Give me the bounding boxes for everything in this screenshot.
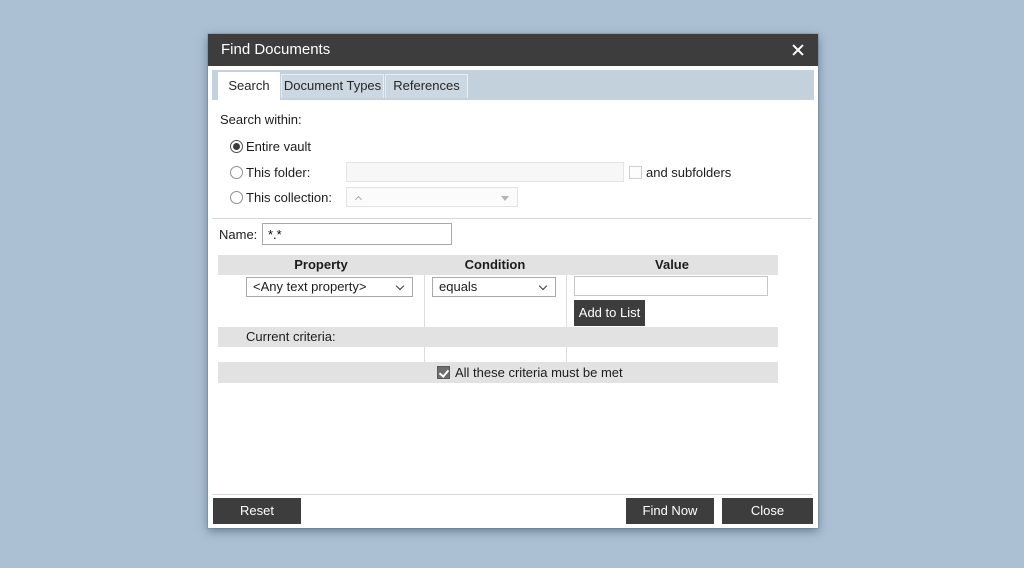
- dropdown-arrow-icon: [501, 196, 509, 201]
- tab-references[interactable]: References: [385, 74, 468, 98]
- all-criteria-checkbox[interactable]: [437, 366, 450, 379]
- close-button[interactable]: Close: [722, 498, 813, 524]
- add-to-list-button[interactable]: Add to List: [574, 300, 645, 326]
- radio-this-collection[interactable]: [230, 191, 243, 204]
- value-input[interactable]: [574, 276, 768, 296]
- property-select[interactable]: <Any text property>: [246, 277, 413, 297]
- search-within-label: Search within:: [220, 112, 302, 127]
- column-header-value: Value: [566, 255, 778, 275]
- footer-divider: [212, 494, 812, 495]
- radio-this-collection-label[interactable]: This collection:: [246, 190, 332, 205]
- tab-document-types[interactable]: Document Types: [281, 74, 384, 98]
- collection-icon: [355, 196, 362, 203]
- column-separator: [424, 347, 425, 362]
- column-header-condition: Condition: [424, 255, 566, 275]
- radio-entire-vault-label[interactable]: Entire vault: [246, 139, 311, 154]
- reset-button[interactable]: Reset: [213, 498, 301, 524]
- radio-entire-vault[interactable]: [230, 140, 243, 153]
- close-icon[interactable]: [787, 39, 809, 61]
- property-select-value: <Any text property>: [253, 279, 366, 294]
- subfolders-checkbox[interactable]: [629, 166, 642, 179]
- subfolders-checkbox-label[interactable]: and subfolders: [646, 165, 731, 180]
- name-label: Name:: [219, 227, 257, 242]
- chevron-down-icon: [396, 282, 404, 290]
- column-separator: [424, 275, 425, 327]
- section-divider: [212, 218, 812, 219]
- condition-select[interactable]: equals: [432, 277, 556, 297]
- condition-select-value: equals: [439, 279, 477, 294]
- collection-dropdown[interactable]: [346, 187, 518, 207]
- all-criteria-checkbox-label[interactable]: All these criteria must be met: [455, 362, 623, 383]
- column-header-property: Property: [218, 255, 424, 275]
- current-criteria-label: Current criteria:: [246, 327, 336, 347]
- tab-search[interactable]: Search: [218, 72, 280, 100]
- dialog-title: Find Documents: [221, 34, 330, 66]
- dialog-titlebar[interactable]: Find Documents: [208, 34, 818, 66]
- tab-strip: Search Document Types References: [212, 70, 814, 100]
- name-input[interactable]: [262, 223, 452, 245]
- radio-this-folder[interactable]: [230, 166, 243, 179]
- criteria-table: Property Condition Value <Any text prope…: [218, 255, 778, 383]
- column-separator: [566, 347, 567, 362]
- radio-this-folder-label[interactable]: This folder:: [246, 165, 310, 180]
- find-documents-dialog: Find Documents Search Document Types Ref…: [208, 34, 818, 528]
- chevron-down-icon: [539, 282, 547, 290]
- find-now-button[interactable]: Find Now: [626, 498, 714, 524]
- column-separator: [566, 275, 567, 327]
- folder-path-input[interactable]: [346, 162, 624, 182]
